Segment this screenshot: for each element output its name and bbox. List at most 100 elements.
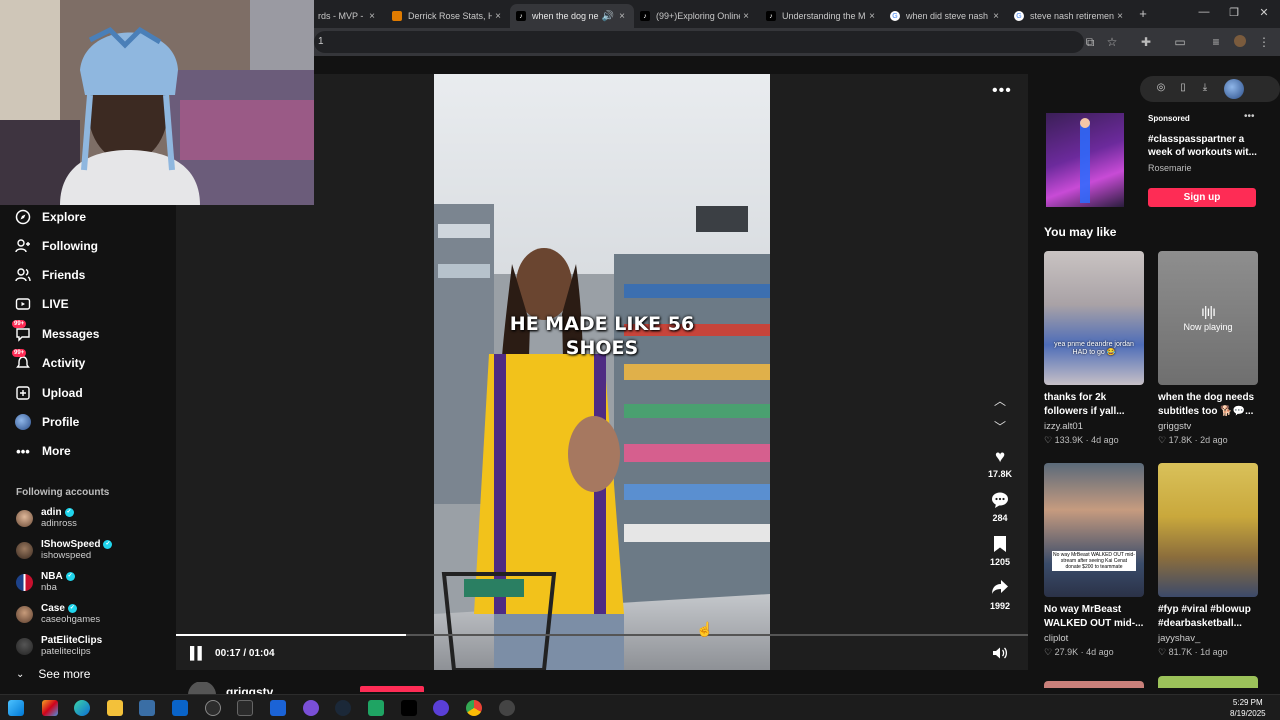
close-icon[interactable]: × bbox=[1114, 11, 1126, 22]
pause-icon[interactable]: ▌▌ bbox=[190, 646, 206, 660]
system-clock[interactable]: 5:29 PM 8/19/2025 bbox=[1230, 697, 1266, 719]
compass-icon bbox=[14, 208, 32, 226]
media-control-icon[interactable]: ≡ bbox=[1208, 35, 1224, 49]
avatar bbox=[16, 605, 33, 623]
follow-button[interactable] bbox=[360, 686, 424, 692]
start-icon[interactable] bbox=[8, 700, 24, 716]
browser-menu-icon[interactable]: ⋮ bbox=[1256, 35, 1272, 49]
tiktok-icon[interactable] bbox=[401, 700, 417, 716]
heart-icon: ♡ bbox=[1044, 435, 1055, 445]
app-icon[interactable] bbox=[433, 700, 449, 716]
steam-icon[interactable] bbox=[335, 700, 351, 716]
account-item[interactable]: PatEliteClips pateliteclips bbox=[16, 632, 102, 660]
heart-icon: ♡ bbox=[1044, 647, 1055, 657]
more-options-icon[interactable]: ••• bbox=[1244, 111, 1255, 122]
comment-button[interactable]: 284 bbox=[982, 491, 1018, 535]
video-thumbnail[interactable]: yea pnme deandre jordan HAD to go 😂 bbox=[1044, 251, 1144, 385]
sidebar-item-messages[interactable]: 99+ Messages bbox=[12, 320, 99, 345]
user-avatar-icon[interactable] bbox=[1224, 79, 1244, 99]
copilot-icon[interactable] bbox=[42, 700, 58, 716]
settings-icon[interactable] bbox=[499, 700, 515, 716]
extensions-icon[interactable]: ✚ bbox=[1138, 35, 1154, 49]
volume-icon[interactable] bbox=[992, 646, 1008, 663]
sidebar-item-live[interactable]: LIVE bbox=[14, 293, 69, 315]
account-item[interactable]: Case ✓ caseohgames bbox=[16, 600, 100, 628]
like-button[interactable]: ♥ 17.8K bbox=[982, 447, 1018, 491]
store-icon[interactable] bbox=[139, 700, 155, 716]
recommended-video-card[interactable]: No way MrBeast WALKED OUT mid-stream aft… bbox=[1044, 463, 1144, 658]
clock-app-icon[interactable] bbox=[205, 700, 221, 716]
window-close-icon[interactable]: ✕ bbox=[1254, 6, 1274, 19]
recommended-video-card[interactable]: #fyp #viral #blowup #dearbasketball... j… bbox=[1158, 463, 1258, 658]
share-button[interactable]: 1992 bbox=[982, 579, 1018, 623]
next-video-icon[interactable]: ﹀ bbox=[994, 418, 1006, 435]
restore-icon[interactable]: ❐ bbox=[1224, 6, 1244, 19]
more-options-icon[interactable]: ••• bbox=[992, 82, 1012, 100]
upload-icon bbox=[14, 384, 32, 402]
app-icon[interactable] bbox=[368, 700, 384, 716]
bookmark-star-icon[interactable]: ☆ bbox=[1104, 35, 1120, 49]
author-name[interactable]: griggstv bbox=[226, 685, 273, 694]
tab-1[interactable]: Derrick Rose Stats, He × bbox=[386, 4, 510, 28]
sidepanel-icon[interactable]: ▭ bbox=[1172, 35, 1188, 49]
outlook-icon[interactable] bbox=[172, 700, 188, 716]
video-progress-bar[interactable] bbox=[176, 634, 1028, 636]
coins-icon[interactable]: ◎ bbox=[1154, 82, 1168, 93]
account-item[interactable]: adin ✓ adinross bbox=[16, 504, 77, 532]
video-thumbnail[interactable]: No way MrBeast WALKED OUT mid-stream aft… bbox=[1044, 463, 1144, 597]
sidebar-item-profile[interactable]: Profile bbox=[14, 411, 79, 433]
account-item[interactable]: NBA ✓ nba bbox=[16, 568, 75, 596]
site-favicon-icon bbox=[392, 11, 402, 21]
video-frame[interactable]: HE MADE LIKE 56 SHOES bbox=[434, 74, 770, 670]
close-icon[interactable]: × bbox=[492, 11, 504, 22]
tab-2[interactable]: ♪ when the dog ne 🔊 × bbox=[510, 4, 634, 28]
sidebar-item-activity[interactable]: 99+ Activity bbox=[12, 349, 85, 374]
new-tab-button[interactable]: + bbox=[1133, 6, 1153, 21]
verified-icon: ✓ bbox=[65, 572, 75, 581]
url-field[interactable]: 1 bbox=[314, 31, 1084, 53]
save-button[interactable]: 1205 bbox=[982, 535, 1018, 579]
tab-6[interactable]: G steve nash retiremen × bbox=[1008, 4, 1132, 28]
recommended-video-card-now-playing[interactable]: ı|ı|ı Now playing when the dog needs sub… bbox=[1158, 251, 1258, 446]
download-icon[interactable]: ⤓ bbox=[1198, 82, 1212, 93]
device-icon[interactable]: ▯ bbox=[1176, 82, 1190, 93]
video-thumbnail[interactable] bbox=[1158, 676, 1258, 688]
see-more-button[interactable]: ⌄ See more bbox=[16, 667, 90, 681]
close-icon[interactable]: × bbox=[990, 11, 1002, 22]
chrome-icon[interactable] bbox=[466, 700, 482, 716]
ad-thumbnail[interactable] bbox=[1046, 113, 1124, 207]
tab-0[interactable]: rds - MVP - × bbox=[312, 4, 384, 28]
sidebar-item-upload[interactable]: Upload bbox=[14, 382, 83, 404]
avatar[interactable] bbox=[188, 682, 216, 694]
file-explorer-icon[interactable] bbox=[107, 700, 123, 716]
close-icon[interactable]: × bbox=[366, 11, 378, 22]
profile-avatar-icon[interactable] bbox=[1232, 35, 1248, 50]
sponsored-ad[interactable]: Sponsored ••• #classpasspartner a week o… bbox=[1044, 111, 1257, 207]
sign-up-button[interactable]: Sign up bbox=[1148, 188, 1256, 207]
previous-video-icon[interactable]: ︿ bbox=[994, 392, 1006, 409]
sidebar-item-friends[interactable]: Friends bbox=[14, 264, 85, 286]
epic-games-icon[interactable] bbox=[237, 700, 253, 716]
video-thumbnail[interactable] bbox=[1044, 681, 1144, 688]
tab-3[interactable]: ♪ (99+)Exploring Online × bbox=[634, 4, 758, 28]
author-strip: griggstv bbox=[188, 682, 273, 694]
minimize-icon[interactable]: — bbox=[1194, 6, 1214, 18]
video-thumbnail[interactable]: ı|ı|ı Now playing bbox=[1158, 251, 1258, 385]
video-thumbnail[interactable] bbox=[1158, 463, 1258, 597]
recommended-video-card[interactable]: yea pnme deandre jordan HAD to go 😂 than… bbox=[1044, 251, 1144, 446]
audio-icon: 🔊 bbox=[601, 10, 615, 22]
sidebar-item-more[interactable]: ••• More bbox=[14, 440, 71, 462]
edge-icon[interactable] bbox=[74, 700, 90, 716]
sidebar-item-explore[interactable]: Explore bbox=[14, 206, 86, 228]
verified-icon: ✓ bbox=[67, 604, 77, 613]
tab-5[interactable]: G when did steve nash l × bbox=[884, 4, 1008, 28]
tab-4[interactable]: ♪ Understanding the M × bbox=[760, 4, 884, 28]
close-icon[interactable]: × bbox=[866, 11, 878, 22]
account-item[interactable]: IShowSpeed ✓ ishowspeed bbox=[16, 536, 113, 564]
close-icon[interactable]: × bbox=[740, 11, 752, 22]
app-icon[interactable] bbox=[303, 700, 319, 716]
close-icon[interactable]: × bbox=[616, 11, 628, 22]
sidebar-item-following[interactable]: Following bbox=[14, 235, 98, 257]
app-icon[interactable] bbox=[270, 700, 286, 716]
install-app-icon[interactable]: ⧉ bbox=[1082, 35, 1098, 50]
